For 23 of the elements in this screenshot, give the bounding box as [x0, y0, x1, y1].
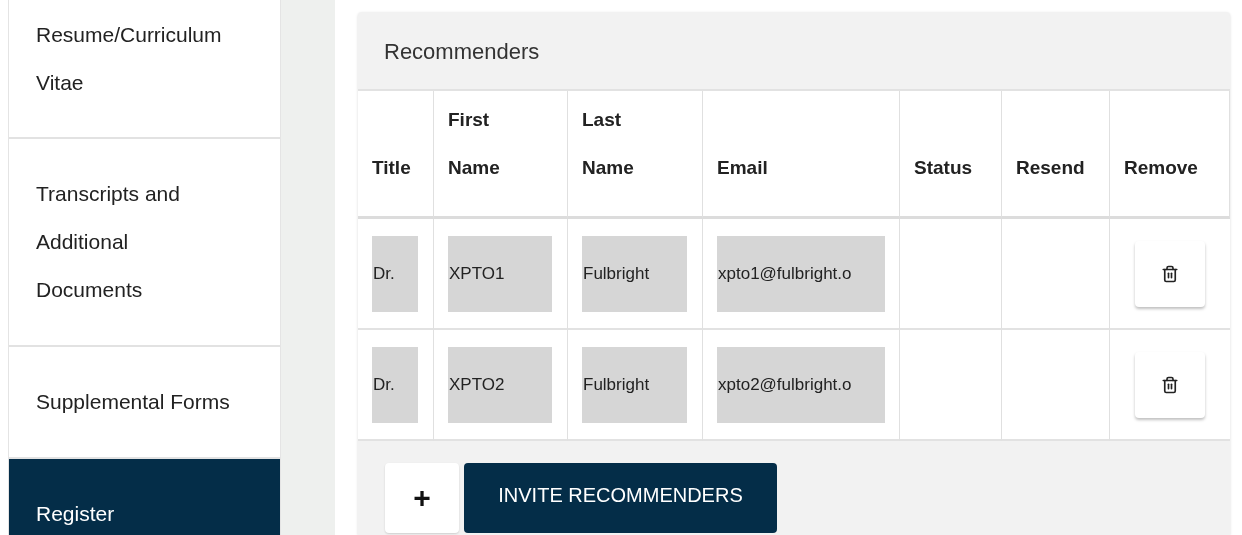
trash-icon [1161, 264, 1179, 283]
add-button[interactable]: + [385, 463, 459, 533]
column-header: First Name [448, 108, 500, 180]
column-header: Resend [1016, 156, 1085, 180]
column-header: Status [914, 156, 973, 180]
text-field[interactable]: Dr. [372, 346, 418, 423]
column-header: Email [717, 156, 768, 180]
trash-icon [1161, 375, 1179, 394]
text-field[interactable]: Fulbright [582, 235, 687, 312]
sidebar-item[interactable]: Register [9, 459, 280, 535]
column-header: Last Name [582, 108, 634, 180]
column-header: Title [372, 156, 411, 180]
delete-button[interactable] [1135, 351, 1205, 418]
text-field[interactable]: XPTO2 [448, 346, 552, 423]
text-field[interactable]: xpto1@fulbright.o [717, 235, 885, 312]
text-field[interactable]: XPTO1 [448, 235, 552, 312]
text-field[interactable]: Fulbright [582, 346, 687, 423]
text-field[interactable]: xpto2@fulbright.o [717, 346, 885, 423]
delete-button[interactable] [1135, 240, 1205, 307]
panel-title: Recommenders [383, 38, 541, 66]
invite-button[interactable]: INVITE RECOMMENDERS [464, 463, 777, 533]
column-header: Remove [1124, 156, 1198, 180]
text-field[interactable]: Dr. [372, 235, 418, 312]
